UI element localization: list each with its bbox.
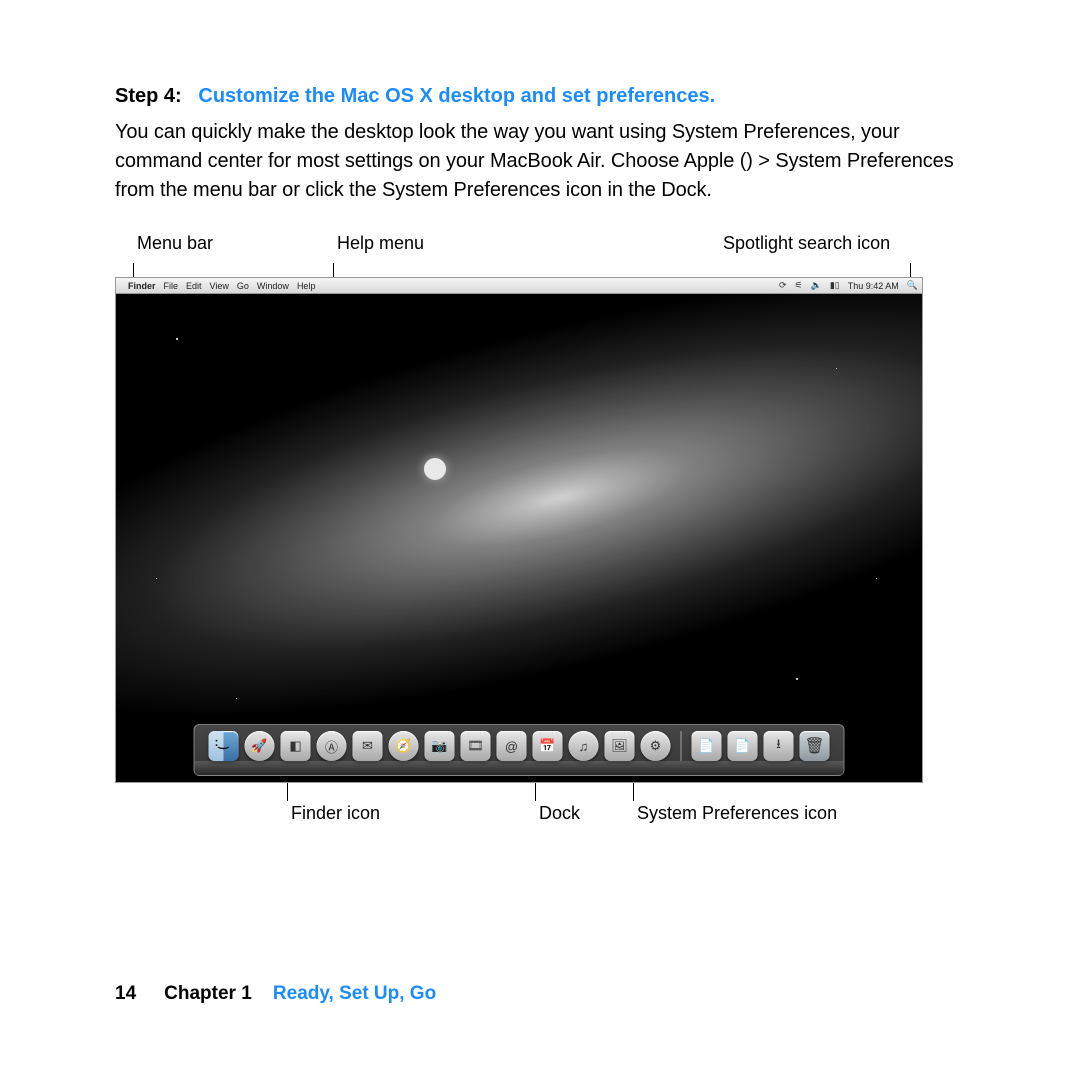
spotlight-icon[interactable]: 🔍 <box>907 280 918 291</box>
itunes-icon[interactable]: ♫ <box>569 731 599 761</box>
photo-booth-icon[interactable]: 🎞 <box>461 731 491 761</box>
wallpaper-galaxy <box>115 277 923 783</box>
mail-icon[interactable]: ✉ <box>353 731 383 761</box>
chapter-title: Ready, Set Up, Go <box>273 983 436 1004</box>
system-preferences-icon[interactable]: ⚙ <box>641 731 671 761</box>
safari-icon[interactable]: 🧭 <box>389 731 419 761</box>
facetime-icon[interactable]: 📷 <box>425 731 455 761</box>
iphoto-icon[interactable]: 🖼 <box>605 731 635 761</box>
mission-control-icon[interactable]: ◧ <box>281 731 311 761</box>
instruction-text: You can quickly make the desktop look th… <box>115 121 954 201</box>
menu-go[interactable]: Go <box>237 281 249 291</box>
bottom-callouts: Finder icon Dock System Preferences icon <box>115 783 965 827</box>
menu-file[interactable]: File <box>164 281 179 291</box>
menu-bar[interactable]: Finder File Edit View Go Window Help ⟳ ⚟… <box>116 278 922 294</box>
address-book-icon[interactable]: @ <box>497 731 527 761</box>
menu-window[interactable]: Window <box>257 281 289 291</box>
menubar-app[interactable]: Finder <box>128 281 156 291</box>
top-callouts: Menu bar Help menu Spotlight search icon <box>115 233 965 277</box>
app-store-icon[interactable]: Ⓐ <box>317 731 347 761</box>
menu-help[interactable]: Help <box>297 281 316 291</box>
callout-menubar: Menu bar <box>137 233 213 254</box>
sync-icon[interactable]: ⟳ <box>779 280 787 291</box>
step-heading: Step 4: Customize the Mac OS X desktop a… <box>115 85 965 108</box>
step-title: Customize the Mac OS X desktop and set p… <box>198 85 715 107</box>
dock[interactable]: 🚀◧Ⓐ✉🧭📷🎞@📅♫🖼⚙ 📄📄⭳ <box>194 724 845 776</box>
chapter-label: Chapter 1 <box>164 983 252 1004</box>
wifi-icon[interactable]: ⚟ <box>795 280 803 291</box>
battery-icon[interactable]: ▮▯ <box>830 280 840 291</box>
callout-helpmenu: Help menu <box>337 233 424 254</box>
callout-spotlight: Spotlight search icon <box>723 233 890 254</box>
ical-icon[interactable]: 📅 <box>533 731 563 761</box>
callout-sysprefs: System Preferences icon <box>637 803 837 824</box>
menubar-clock[interactable]: Thu 9:42 AM <box>848 281 899 291</box>
callout-dock: Dock <box>539 803 580 824</box>
page-footer: 14 Chapter 1 Ready, Set Up, Go <box>115 983 436 1005</box>
wallpaper-planet <box>424 458 446 480</box>
instruction-paragraph: You can quickly make the desktop look th… <box>115 118 965 205</box>
document-icon[interactable]: 📄 <box>692 731 722 761</box>
dock-separator <box>681 731 682 761</box>
menu-view[interactable]: View <box>210 281 229 291</box>
desktop-screenshot: Finder File Edit View Go Window Help ⟳ ⚟… <box>115 277 923 783</box>
document2-icon[interactable]: 📄 <box>728 731 758 761</box>
finder-icon[interactable] <box>209 731 239 761</box>
volume-icon[interactable]: 🔈 <box>811 280 822 291</box>
downloads-icon[interactable]: ⭳ <box>764 731 794 761</box>
callout-finder: Finder icon <box>291 803 380 824</box>
menu-edit[interactable]: Edit <box>186 281 202 291</box>
step-prefix: Step 4: <box>115 85 182 107</box>
trash-icon[interactable] <box>800 731 830 761</box>
page-number: 14 <box>115 983 136 1005</box>
launchpad-icon[interactable]: 🚀 <box>245 731 275 761</box>
